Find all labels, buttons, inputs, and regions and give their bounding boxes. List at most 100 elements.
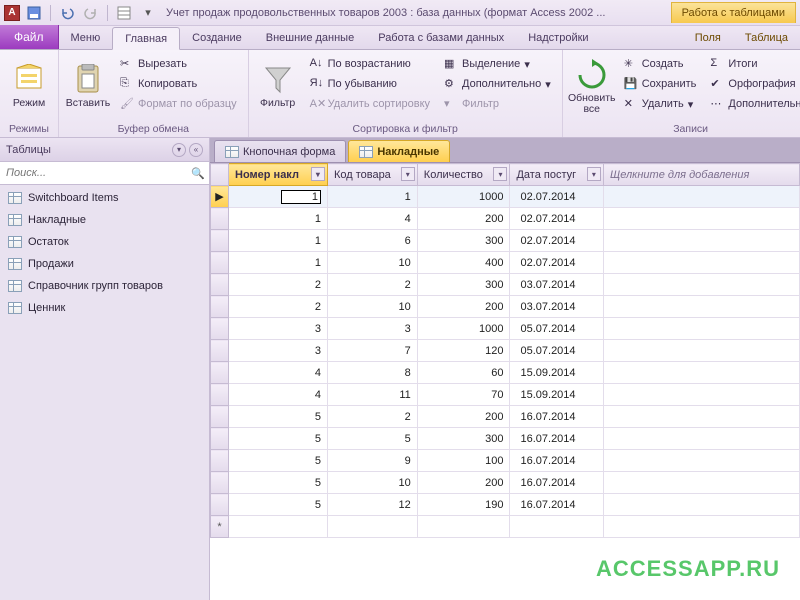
grid-cell[interactable]: 16.07.2014 [510, 450, 603, 472]
column-dropdown-icon[interactable]: ▾ [587, 167, 601, 181]
grid-cell[interactable]: 400 [417, 252, 510, 274]
paste-button[interactable]: Вставить [65, 54, 111, 120]
filter-button[interactable]: Фильтр [255, 54, 301, 120]
grid-cell[interactable]: 1000 [417, 318, 510, 340]
grid-cell-empty[interactable] [603, 362, 799, 384]
cut-button[interactable]: ✂Вырезать [115, 54, 242, 74]
nav-item[interactable]: Ценник [0, 297, 209, 319]
grid-cell-empty[interactable] [603, 406, 799, 428]
view-button[interactable]: Режим [6, 54, 52, 120]
grid-cell[interactable]: 3 [229, 340, 328, 362]
row-selector[interactable] [211, 450, 229, 472]
grid-cell[interactable]: 5 [229, 428, 328, 450]
grid-cell-empty[interactable] [603, 186, 799, 208]
sort-asc-button[interactable]: A↓По возрастанию [305, 54, 435, 74]
grid-cell[interactable]: 2 [229, 296, 328, 318]
grid-cell[interactable]: 11 [327, 384, 417, 406]
row-selector[interactable] [211, 362, 229, 384]
copy-button[interactable]: ⎘Копировать [115, 74, 242, 94]
column-dropdown-icon[interactable]: ▾ [311, 167, 325, 181]
row-selector[interactable] [211, 406, 229, 428]
grid-cell[interactable]: 5 [229, 406, 328, 428]
grid-cell[interactable]: 300 [417, 274, 510, 296]
row-selector[interactable] [211, 428, 229, 450]
row-selector[interactable] [211, 340, 229, 362]
search-input[interactable] [0, 162, 187, 184]
selection-button[interactable]: ▦Выделение ▾ [439, 54, 556, 74]
grid-cell[interactable]: 03.07.2014 [510, 296, 603, 318]
column-dropdown-icon[interactable]: ▾ [401, 167, 415, 181]
save-icon[interactable] [24, 3, 44, 23]
grid-cell[interactable]: 02.07.2014 [510, 252, 603, 274]
grid-cell[interactable]: 9 [327, 450, 417, 472]
totals-button[interactable]: ΣИтоги [705, 54, 800, 74]
grid-cell[interactable]: 5 [229, 450, 328, 472]
delete-record-button[interactable]: ✕Удалить ▾ [619, 94, 702, 114]
grid-cell[interactable]: 10 [327, 296, 417, 318]
grid-cell[interactable]: 5 [327, 428, 417, 450]
select-all-corner[interactable] [211, 164, 229, 186]
undo-icon[interactable] [57, 3, 77, 23]
save-record-button[interactable]: 💾Сохранить [619, 74, 702, 94]
grid-cell[interactable]: 1 [327, 186, 417, 208]
sort-desc-button[interactable]: Я↓По убыванию [305, 74, 435, 94]
grid-cell-empty[interactable] [603, 208, 799, 230]
grid-cell[interactable]: 200 [417, 472, 510, 494]
doc-tab-form[interactable]: Кнопочная форма [214, 140, 346, 162]
grid-cell[interactable]: 05.07.2014 [510, 318, 603, 340]
grid-cell[interactable]: 300 [417, 428, 510, 450]
grid-cell[interactable]: 15.09.2014 [510, 384, 603, 406]
search-icon[interactable]: 🔍 [187, 167, 209, 180]
toggle-filter-button[interactable]: ▾Фильтр [439, 94, 556, 114]
tab-menu[interactable]: Меню [59, 26, 113, 49]
grid-cell[interactable]: 16.07.2014 [510, 494, 603, 516]
grid-cell[interactable]: 4 [327, 208, 417, 230]
grid-cell[interactable]: 02.07.2014 [510, 186, 603, 208]
new-row-selector[interactable]: * [211, 516, 229, 538]
add-column[interactable]: Щелкните для добавления [603, 164, 799, 186]
data-grid[interactable]: Номер накл▾Код товара▾Количество▾Дата по… [210, 163, 800, 538]
grid-cell[interactable]: 1000 [417, 186, 510, 208]
grid-cell-empty[interactable] [603, 296, 799, 318]
grid-cell[interactable]: 3 [229, 318, 328, 340]
grid-cell[interactable]: 05.07.2014 [510, 340, 603, 362]
grid-cell[interactable]: 5 [229, 472, 328, 494]
spelling-button[interactable]: ✔Орфография [705, 74, 800, 94]
grid-cell[interactable]: 70 [417, 384, 510, 406]
grid-cell[interactable]: 120 [417, 340, 510, 362]
nav-item[interactable]: Switchboard Items [0, 187, 209, 209]
grid-cell[interactable]: 60 [417, 362, 510, 384]
tab-table[interactable]: Таблица [733, 26, 800, 49]
grid-cell[interactable]: 2 [327, 274, 417, 296]
grid-cell-empty[interactable] [603, 428, 799, 450]
grid-cell[interactable]: 4 [229, 362, 328, 384]
nav-item[interactable]: Продажи [0, 253, 209, 275]
tab-dbtools[interactable]: Работа с базами данных [366, 26, 516, 49]
grid-cell[interactable]: 1 [229, 230, 328, 252]
row-selector[interactable] [211, 208, 229, 230]
grid-cell[interactable]: 100 [417, 450, 510, 472]
row-selector[interactable] [211, 274, 229, 296]
row-selector[interactable] [211, 318, 229, 340]
grid-cell[interactable]: 190 [417, 494, 510, 516]
active-cell[interactable]: 1 [281, 190, 321, 204]
column-header[interactable]: Номер накл▾ [229, 164, 328, 186]
grid-cell[interactable]: 2 [327, 406, 417, 428]
row-selector[interactable]: ▶ [211, 186, 229, 208]
grid-cell[interactable]: 1 [229, 186, 328, 208]
grid-cell[interactable]: 6 [327, 230, 417, 252]
grid-cell[interactable]: 300 [417, 230, 510, 252]
grid-cell[interactable]: 10 [327, 252, 417, 274]
redo-icon[interactable] [81, 3, 101, 23]
row-selector[interactable] [211, 384, 229, 406]
column-header[interactable]: Количество▾ [417, 164, 510, 186]
form-icon[interactable] [114, 3, 134, 23]
advanced-button[interactable]: ⚙Дополнительно ▾ [439, 74, 556, 94]
grid-cell[interactable]: 8 [327, 362, 417, 384]
grid-cell-empty[interactable] [603, 450, 799, 472]
grid-cell[interactable]: 02.07.2014 [510, 208, 603, 230]
row-selector[interactable] [211, 296, 229, 318]
tab-addins[interactable]: Надстройки [516, 26, 600, 49]
tab-external[interactable]: Внешние данные [254, 26, 366, 49]
grid-cell-empty[interactable] [603, 472, 799, 494]
